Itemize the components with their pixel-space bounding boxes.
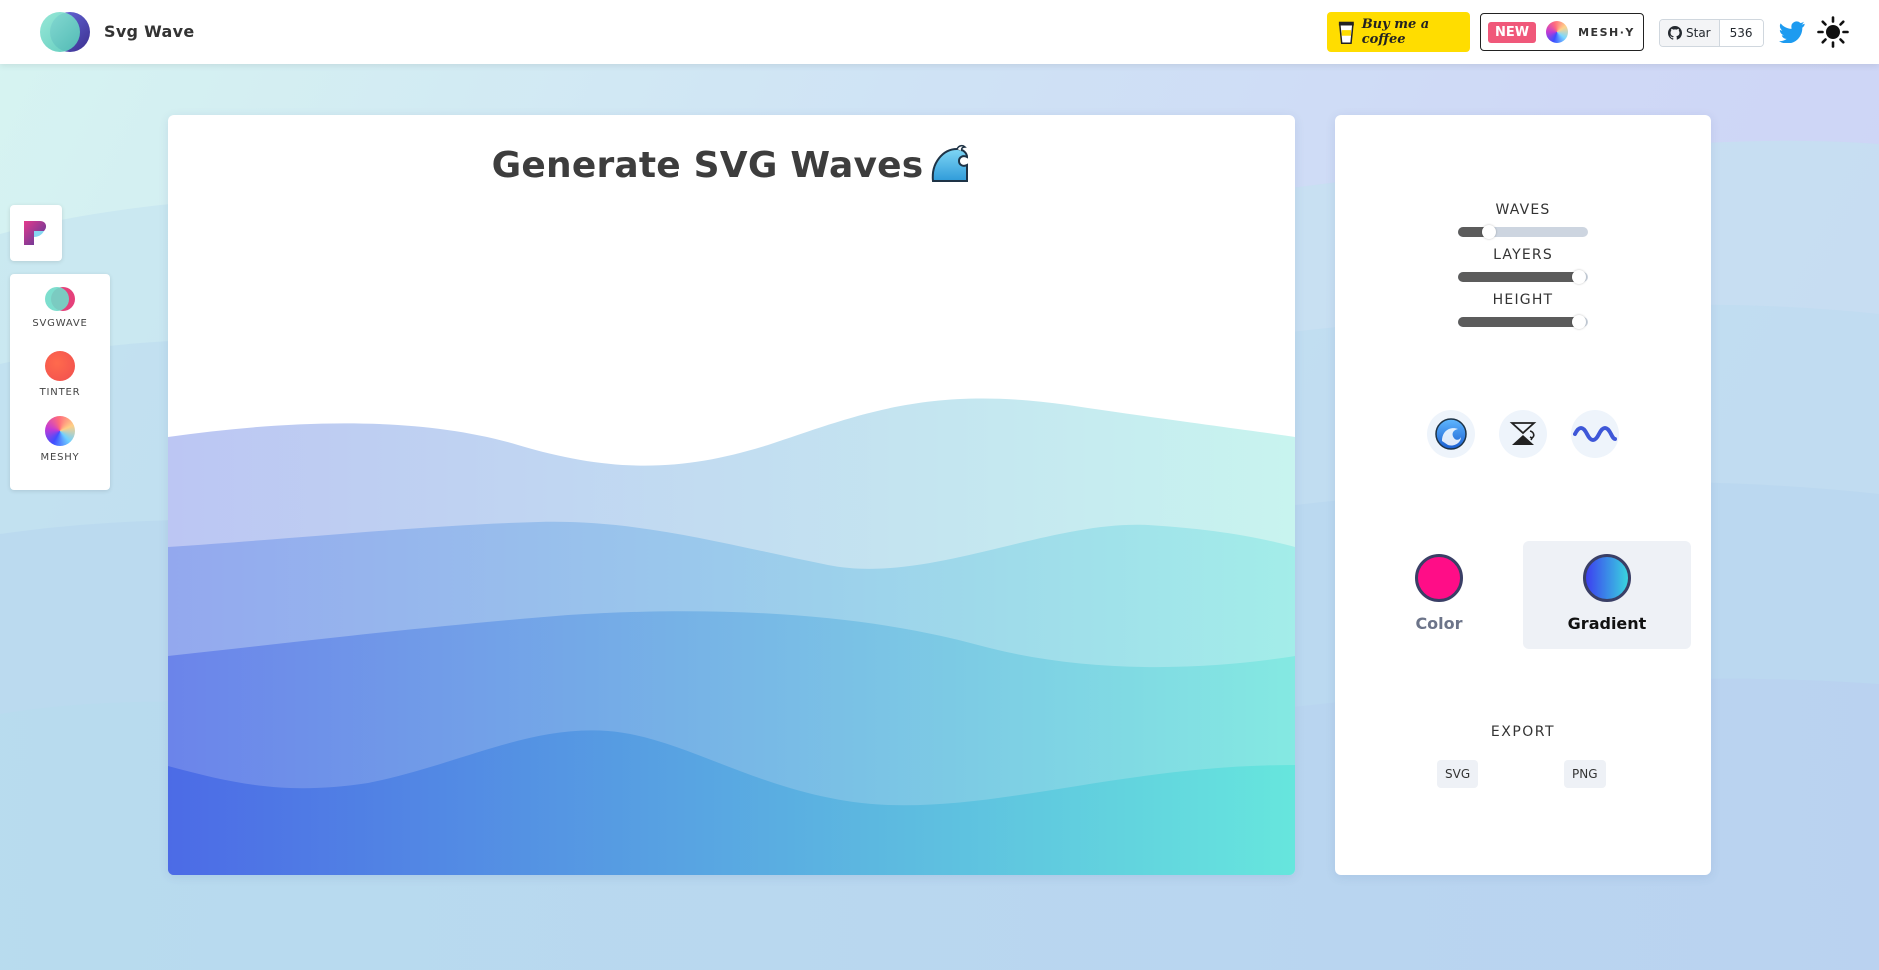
export-png-button[interactable]: PNG xyxy=(1564,760,1606,788)
meshy-icon xyxy=(1546,21,1569,43)
meshy-promo-button[interactable]: NEW MESH·Y xyxy=(1480,13,1644,51)
color-mode-option[interactable]: Color xyxy=(1355,541,1523,649)
page-title: Generate SVG Waves xyxy=(168,143,1295,186)
sidebar-item-label: SVGWAVE xyxy=(32,318,88,329)
github-star-label: Star xyxy=(1686,26,1711,40)
gradient-mode-option[interactable]: Gradient xyxy=(1523,541,1691,649)
gradient-mode-label: Gradient xyxy=(1567,614,1647,633)
wave-preview[interactable] xyxy=(168,115,1295,875)
meshy-label: MESH·Y xyxy=(1578,25,1635,39)
randomize-wave-icon xyxy=(1435,418,1467,450)
brand-title[interactable]: Svg Wave xyxy=(104,22,195,41)
waves-slider-thumb[interactable] xyxy=(1482,225,1496,239)
twitter-icon[interactable] xyxy=(1779,21,1805,43)
top-navbar: Svg Wave Buy me a coffee NEW MESH·Y Star… xyxy=(0,0,1879,64)
height-label: HEIGHT xyxy=(1492,292,1554,308)
layers-slider-thumb[interactable] xyxy=(1572,270,1586,284)
wave-style-icon xyxy=(1573,426,1617,442)
svgwave-icon xyxy=(45,287,75,311)
gradient-swatch xyxy=(1583,554,1631,602)
randomize-button[interactable] xyxy=(1427,410,1475,458)
waves-slider[interactable] xyxy=(1458,225,1588,239)
coffee-label: Buy me a coffee xyxy=(1361,17,1430,47)
height-slider[interactable] xyxy=(1458,315,1588,329)
coffee-cup-icon xyxy=(1338,21,1354,44)
wave-emoji-icon xyxy=(932,144,969,182)
github-icon xyxy=(1668,26,1682,40)
sun-icon[interactable] xyxy=(1817,16,1849,48)
color-mode-label: Color xyxy=(1415,614,1463,633)
sidebar-item-label: MESHY xyxy=(40,452,80,463)
github-star-count[interactable]: 536 xyxy=(1719,20,1763,46)
wave-preview-card: Generate SVG Waves xyxy=(168,115,1295,875)
flip-button[interactable] xyxy=(1499,410,1547,458)
github-star-action[interactable]: Star xyxy=(1660,20,1720,46)
waves-label: WAVES xyxy=(1495,202,1551,218)
height-slider-thumb[interactable] xyxy=(1572,315,1586,329)
new-badge: NEW xyxy=(1488,21,1537,43)
color-swatch xyxy=(1415,554,1463,602)
flip-wave-icon xyxy=(1509,422,1537,445)
sidebar-item-tinter[interactable]: TINTER xyxy=(10,351,110,398)
controls-panel: WAVES LAYERS HEIGHT Color Gradient EXPOR… xyxy=(1335,115,1711,875)
fffuel-logo-icon xyxy=(24,221,47,245)
tools-sidebar: SVGWAVE TINTER MESHY xyxy=(10,274,110,490)
tinter-icon xyxy=(45,351,75,381)
sidebar-item-svgwave[interactable]: SVGWAVE xyxy=(10,286,110,329)
fffuel-button[interactable] xyxy=(10,205,62,261)
layers-label: LAYERS xyxy=(1493,247,1553,263)
height-slider-fill xyxy=(1458,317,1580,327)
sidebar-item-meshy[interactable]: MESHY xyxy=(10,416,110,463)
github-star-button[interactable]: Star 536 xyxy=(1659,19,1764,47)
export-label: EXPORT xyxy=(1490,724,1556,740)
svgwave-logo-icon[interactable] xyxy=(38,10,92,54)
buy-me-a-coffee-button[interactable]: Buy me a coffee xyxy=(1327,12,1470,52)
layers-slider[interactable] xyxy=(1458,270,1588,284)
export-svg-button[interactable]: SVG xyxy=(1437,760,1479,788)
wave-style-button[interactable] xyxy=(1571,410,1619,458)
sidebar-item-label: TINTER xyxy=(39,387,81,398)
meshy-icon xyxy=(45,416,75,446)
layers-slider-fill xyxy=(1458,272,1580,282)
page-title-text: Generate SVG Waves xyxy=(491,145,924,186)
